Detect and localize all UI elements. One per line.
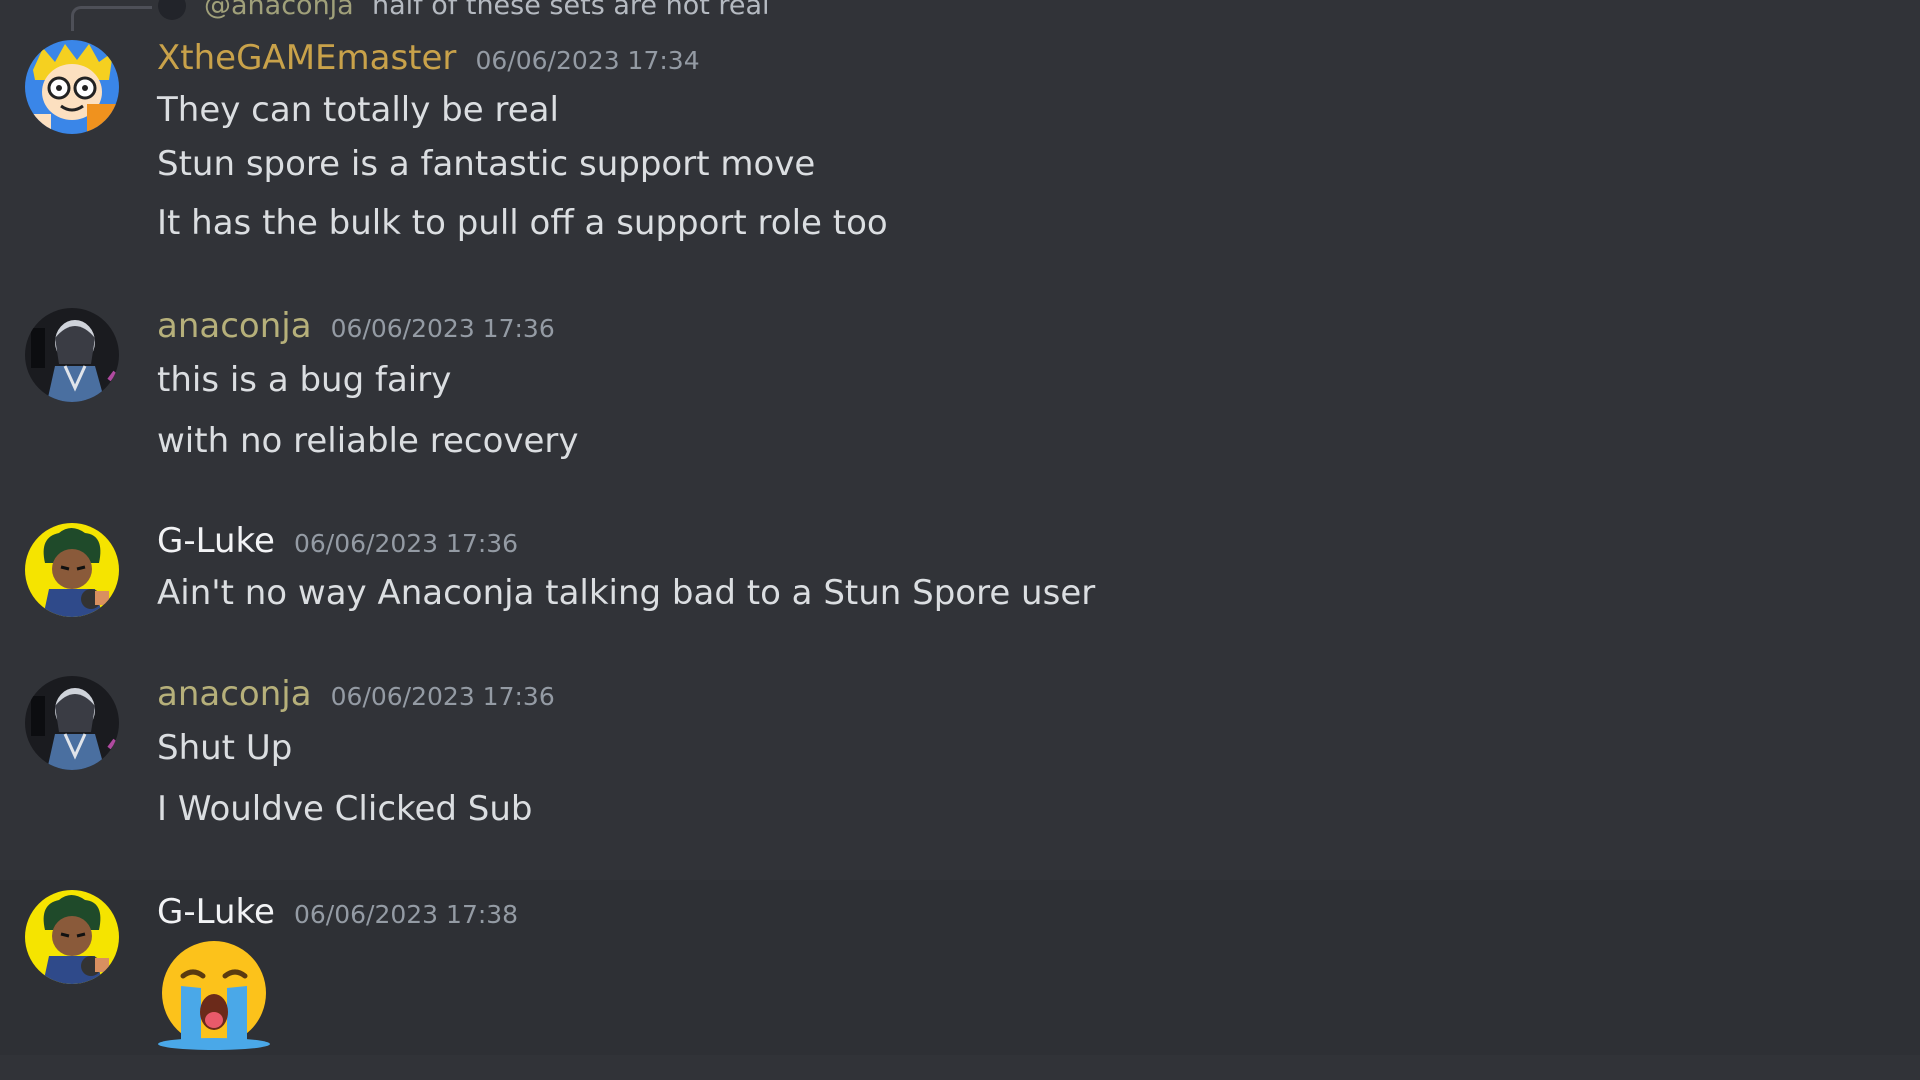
- message: G-Luke 06/06/2023 17:36 Ain't no way Ana…: [0, 515, 1920, 635]
- avatar[interactable]: [25, 890, 119, 984]
- message-text: Stun spore is a fantastic support move: [157, 144, 816, 184]
- message-text: this is a bug fairy: [157, 360, 452, 400]
- loudly-crying-face-icon: [158, 941, 270, 1050]
- timestamp[interactable]: 06/06/2023 17:34: [476, 46, 700, 75]
- avatar[interactable]: [25, 676, 119, 770]
- cartoon-avatar-icon: [25, 40, 119, 134]
- anime-avatar-icon: [25, 523, 119, 617]
- username[interactable]: anaconja: [157, 674, 312, 714]
- username[interactable]: G-Luke: [157, 521, 275, 561]
- username[interactable]: anaconja: [157, 306, 312, 346]
- message: anaconja 06/06/2023 17:36 Shut Up I Woul…: [0, 668, 1920, 848]
- message-text: Ain't no way Anaconja talking bad to a S…: [157, 573, 1096, 613]
- avatar[interactable]: [25, 308, 119, 402]
- timestamp[interactable]: 06/06/2023 17:36: [331, 314, 555, 343]
- reply-text[interactable]: half of these sets are not real: [372, 0, 770, 21]
- reply-mention[interactable]: @anaconja: [204, 0, 354, 21]
- reply-avatar: [158, 0, 186, 20]
- loudly-crying-face-emoji[interactable]: [157, 938, 271, 1052]
- message-text: It has the bulk to pull off a support ro…: [157, 203, 888, 243]
- reply-preview[interactable]: @anaconja half of these sets are not rea…: [0, 0, 1920, 31]
- message-text: Shut Up: [157, 728, 293, 768]
- timestamp[interactable]: 06/06/2023 17:38: [294, 900, 518, 929]
- avatar[interactable]: [25, 40, 119, 134]
- message: XtheGAMEmaster 06/06/2023 17:34 They can…: [0, 30, 1920, 260]
- reply-connector: [71, 6, 152, 31]
- avatar[interactable]: [25, 523, 119, 617]
- message: G-Luke 06/06/2023 17:38: [0, 880, 1920, 1055]
- anime-avatar-icon: [25, 890, 119, 984]
- anime-avatar-icon: [25, 308, 119, 402]
- timestamp[interactable]: 06/06/2023 17:36: [294, 529, 518, 558]
- anime-avatar-icon: [25, 676, 119, 770]
- message-text: with no reliable recovery: [157, 421, 579, 461]
- message-text: I Wouldve Clicked Sub: [157, 789, 533, 829]
- username[interactable]: G-Luke: [157, 892, 275, 932]
- username[interactable]: XtheGAMEmaster: [157, 38, 456, 78]
- message: anaconja 06/06/2023 17:36 this is a bug …: [0, 300, 1920, 480]
- timestamp[interactable]: 06/06/2023 17:36: [331, 682, 555, 711]
- message-text: They can totally be real: [157, 90, 559, 130]
